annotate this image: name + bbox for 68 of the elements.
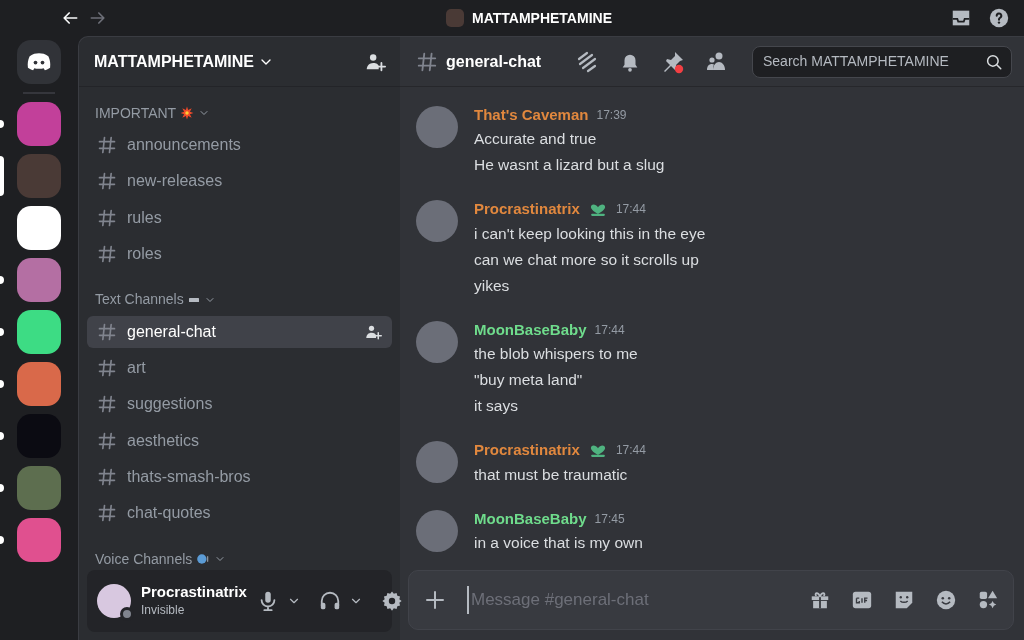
user-status: Invisible bbox=[141, 602, 186, 619]
author-name[interactable]: Procrastinatrix bbox=[474, 198, 580, 221]
search-field[interactable]: Search MATTAMPHETAMINE bbox=[752, 45, 1012, 78]
message-text: i can't keep looking this in the eye bbox=[474, 223, 706, 244]
help-icon[interactable] bbox=[988, 7, 1010, 29]
avatar-image bbox=[416, 509, 458, 552]
channel-item[interactable]: announcements bbox=[87, 129, 392, 161]
sticker-icon[interactable] bbox=[893, 589, 915, 611]
hash-icon bbox=[97, 467, 117, 488]
user-name: Procrastinatrix bbox=[141, 583, 247, 601]
channel-item[interactable]: roles bbox=[87, 237, 392, 270]
hash-icon bbox=[97, 207, 117, 228]
message-text: that must be traumatic bbox=[474, 464, 629, 485]
server-avatar bbox=[446, 9, 464, 27]
hash-icon bbox=[416, 50, 438, 73]
apps-icon[interactable] bbox=[977, 589, 999, 611]
message-text: can we chat more so it scrolls up bbox=[474, 249, 700, 270]
hash-icon bbox=[97, 358, 117, 379]
channel-item[interactable]: suggestions bbox=[87, 388, 392, 421]
search-input[interactable]: Search MATTAMPHETAMINE bbox=[761, 50, 985, 73]
hash-icon bbox=[97, 321, 117, 342]
message-text: in a voice that is my own bbox=[474, 533, 643, 553]
author-name[interactable]: That's Caveman bbox=[474, 103, 589, 126]
author-name[interactable]: MoonBaseBaby bbox=[474, 507, 587, 530]
timestamp: 17:45 bbox=[594, 510, 625, 528]
category-header[interactable]: Text Channels bbox=[95, 289, 184, 311]
message-text: it says bbox=[474, 396, 519, 416]
emoji-icon[interactable] bbox=[935, 589, 957, 611]
avatar-image bbox=[416, 200, 458, 242]
settings-icon[interactable] bbox=[380, 590, 403, 612]
hash-icon bbox=[97, 135, 117, 155]
message-text: Accurate and true bbox=[474, 129, 598, 149]
hash-icon bbox=[97, 243, 117, 264]
hash-icon bbox=[97, 394, 117, 415]
hash-icon bbox=[97, 171, 117, 192]
timestamp: 17:44 bbox=[615, 442, 646, 460]
channel-item[interactable]: art bbox=[87, 352, 392, 385]
channel-item[interactable]: rules bbox=[87, 201, 392, 234]
category-header[interactable]: Voice Channels bbox=[95, 548, 193, 570]
channel-item[interactable]: chat-quotes bbox=[87, 497, 392, 530]
server-title: MATTAMPHETAMINE bbox=[472, 8, 612, 28]
channel-item[interactable]: thats-smash-bros bbox=[87, 461, 392, 494]
channel-item[interactable]: aesthetics bbox=[87, 424, 392, 457]
message-text: the blob whispers to me bbox=[474, 344, 638, 364]
category-header[interactable]: IMPORTANT bbox=[95, 102, 177, 124]
author-name[interactable]: Procrastinatrix bbox=[474, 439, 580, 462]
headphones-icon[interactable] bbox=[318, 590, 341, 612]
hash-icon bbox=[97, 430, 117, 451]
gift-icon[interactable] bbox=[809, 589, 831, 611]
message-text: He wasnt a lizard but a slug bbox=[474, 155, 665, 175]
channel-item[interactable]: general-chat bbox=[87, 315, 392, 348]
avatar-image bbox=[416, 320, 458, 363]
gif-icon[interactable] bbox=[851, 589, 873, 611]
hash-icon bbox=[97, 503, 117, 524]
search-icon[interactable] bbox=[985, 52, 1003, 71]
author-name[interactable]: MoonBaseBaby bbox=[474, 318, 587, 341]
explosion-icon bbox=[180, 106, 195, 120]
timestamp: 17:39 bbox=[596, 106, 627, 124]
message-text: yikes bbox=[474, 275, 511, 296]
message-text: "buy meta land" bbox=[474, 370, 584, 390]
channel-item[interactable]: new-releases bbox=[87, 165, 392, 198]
timestamp: 17:44 bbox=[615, 201, 646, 219]
channel-title: general-chat bbox=[446, 51, 542, 72]
avatar-image bbox=[416, 105, 458, 148]
avatar-image bbox=[416, 441, 458, 483]
server-name: MATTAMPHETAMINE bbox=[94, 51, 254, 72]
timestamp: 17:44 bbox=[594, 321, 625, 339]
plus-icon[interactable] bbox=[423, 588, 447, 612]
